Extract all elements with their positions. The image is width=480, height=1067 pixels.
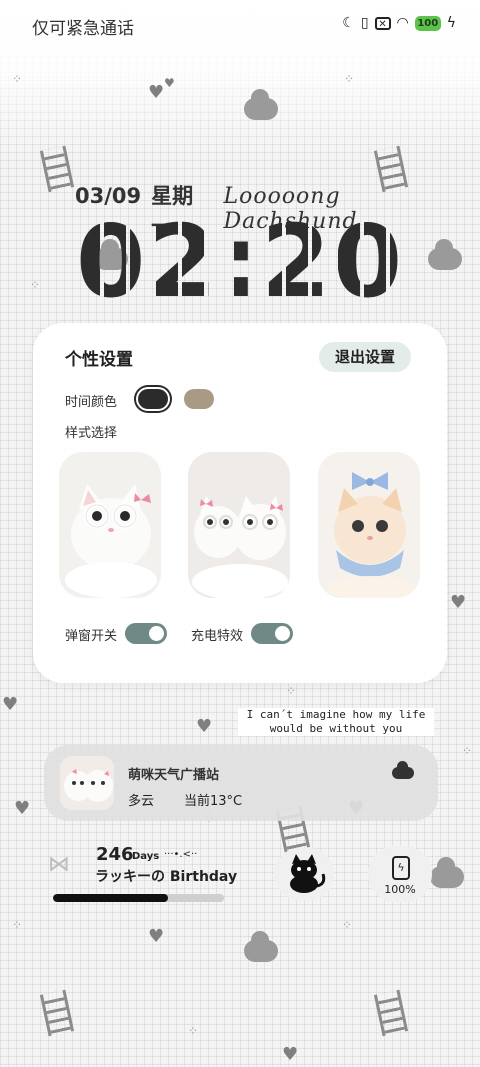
popup-toggle-switch[interactable]	[125, 623, 167, 644]
date-text: 03/09	[75, 184, 142, 208]
heart-decoration: ♥	[164, 76, 175, 90]
ladder-decoration	[39, 145, 75, 193]
weather-avatar	[60, 756, 114, 810]
lockscreen-clock: 02:20	[75, 203, 405, 320]
heart-decoration: ♥	[196, 716, 213, 737]
current-temperature: 当前13°C	[184, 794, 243, 809]
birthday-progress-bar	[53, 894, 224, 902]
kittens-thumbnail	[60, 756, 114, 810]
heart-decoration: ♥	[148, 926, 165, 947]
cloud-decoration	[244, 931, 278, 962]
paw-decoration: ⁘	[462, 744, 473, 758]
moon-icon: ☾	[342, 15, 355, 31]
bow-icon: ⋈	[48, 852, 70, 877]
kitten-with-bow-illustration	[326, 472, 414, 598]
style-card-two-kittens[interactable]	[188, 452, 290, 598]
toggle-knob	[149, 626, 164, 641]
ladder-decoration	[373, 989, 409, 1037]
emergency-calls-only-text: 仅可紧急通话	[32, 19, 134, 39]
exit-settings-button[interactable]: 退出设置	[319, 342, 411, 372]
paw-decoration: ⁘	[344, 72, 355, 86]
quote-line-1: I can´t imagine how my life	[246, 708, 426, 721]
panel-title: 个性设置	[65, 350, 133, 370]
style-selection-label: 样式选择	[65, 426, 118, 441]
paw-decoration: ⁘	[342, 918, 353, 932]
heart-decoration: ♥	[282, 1044, 299, 1065]
paw-decoration: ⁘	[286, 684, 297, 698]
status-icons: ☾ ▯ ✕ ◠ 100 ϟ	[342, 14, 456, 32]
battery-icon: 100	[414, 15, 441, 31]
quote-line-2: would be without you	[269, 722, 403, 735]
charging-bolt-icon: ϟ	[446, 15, 456, 31]
ladder-decoration	[39, 989, 75, 1037]
personalization-panel: 个性设置 退出设置 时间颜色 样式选择 弹窗开关 充电特效	[33, 323, 447, 683]
charge-percent: 100%	[384, 883, 416, 896]
vibrate-icon: ▯	[360, 15, 369, 31]
time-color-taupe-swatch[interactable]	[184, 389, 214, 409]
charge-effect-label: 充电特效	[191, 629, 244, 644]
sim-off-icon: ✕	[374, 16, 391, 30]
weather-title: 萌咪天气广播站	[128, 768, 220, 783]
charge-effect-toggle-switch[interactable]	[251, 623, 293, 644]
heart-decoration: ♥	[148, 82, 165, 103]
cloud-decoration	[430, 857, 464, 888]
charging-widget[interactable]: ϟ 100%	[368, 846, 432, 902]
birthday-progress-fill	[53, 894, 168, 902]
style-card-kitten-bow[interactable]	[318, 452, 420, 598]
time-color-black-swatch[interactable]	[138, 389, 168, 409]
two-kittens-illustration	[192, 496, 288, 598]
heart-decoration: ♥	[2, 694, 19, 715]
weather-condition: 多云	[128, 794, 155, 809]
status-bar: 仅可紧急通话 ☾ ▯ ✕ ◠ 100 ϟ	[0, 0, 480, 50]
popup-toggle-label: 弹窗开关	[65, 629, 118, 644]
days-decoration: ···•.<··	[164, 849, 198, 860]
birthday-label: ラッキーの Birthday	[95, 869, 238, 885]
paw-decoration: ⁘	[12, 918, 23, 932]
cloud-icon	[392, 761, 414, 779]
wifi-icon: ◠	[396, 15, 409, 31]
heart-decoration: ♥	[14, 798, 31, 819]
black-cat-icon	[290, 854, 326, 893]
toggle-knob	[275, 626, 290, 641]
paw-decoration: ⁘	[188, 1024, 199, 1038]
paw-decoration: ⁘	[12, 72, 23, 86]
days-count: 246	[96, 844, 134, 865]
days-label: Days	[132, 851, 160, 862]
style-card-kitten-glasses[interactable]	[59, 452, 161, 598]
quote-widget: I can´t imagine how my life would be wit…	[238, 708, 434, 736]
black-cat-widget[interactable]	[274, 848, 334, 900]
weather-widget[interactable]: 萌咪天气广播站 多云 当前13°C	[44, 745, 438, 821]
time-color-label: 时间颜色	[65, 395, 118, 410]
heart-decoration: ♥	[450, 592, 467, 613]
battery-bolt-icon: ϟ	[392, 856, 410, 880]
cloud-decoration	[244, 89, 278, 120]
kitten-with-glasses-illustration	[65, 484, 157, 598]
